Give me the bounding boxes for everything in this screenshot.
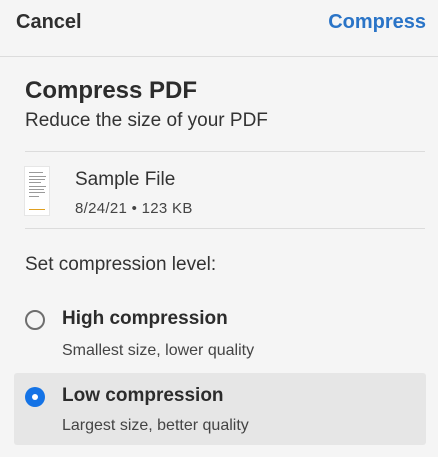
compression-level-label: Set compression level: [25, 254, 217, 275]
radio-checked-icon[interactable] [25, 387, 45, 407]
option-low-compression[interactable]: Low compression Largest size, better qua… [14, 373, 426, 445]
page-subtitle: Reduce the size of your PDF [25, 110, 268, 131]
option-description: Smallest size, lower quality [62, 342, 255, 359]
page-title: Compress PDF [25, 77, 198, 104]
option-high-compression[interactable]: High compression Smallest size, lower qu… [14, 304, 426, 376]
option-title: Low compression [62, 385, 224, 406]
radio-unchecked-icon[interactable] [25, 310, 45, 330]
file-meta: 8/24/21 • 123 KB [75, 200, 193, 217]
divider [25, 151, 425, 152]
pdf-thumbnail-icon [24, 166, 50, 216]
option-title: High compression [62, 308, 228, 329]
option-description: Largest size, better quality [62, 417, 249, 434]
divider [25, 228, 425, 229]
top-bar: Cancel Compress [0, 0, 438, 57]
file-name: Sample File [75, 169, 176, 190]
cancel-button[interactable]: Cancel [16, 11, 82, 34]
compress-button[interactable]: Compress [328, 11, 426, 34]
